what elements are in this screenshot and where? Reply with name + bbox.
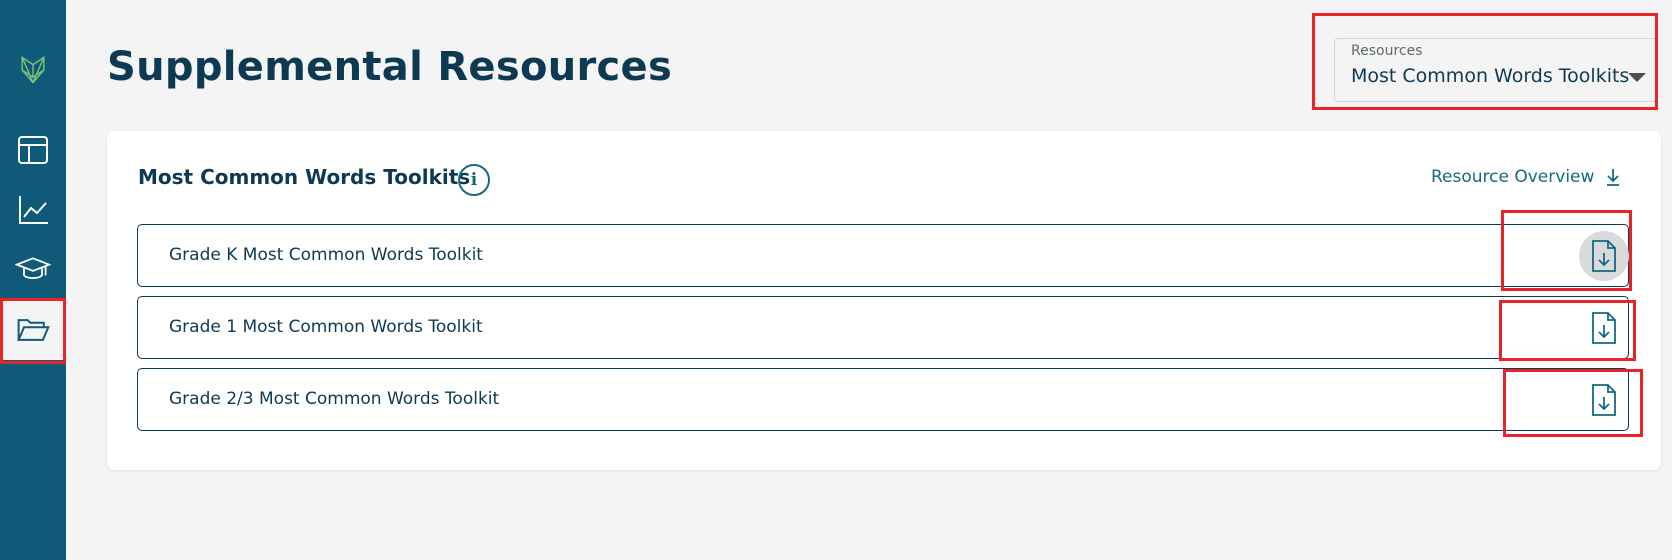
caret-down-icon[interactable]	[1628, 73, 1646, 82]
resources-select-label: Resources	[1351, 43, 1423, 59]
file-download-icon	[1592, 384, 1616, 416]
sidebar-nav	[0, 0, 66, 560]
resource-overview-label: Resource Overview	[1431, 167, 1595, 187]
resource-row: Grade 2/3 Most Common Words Toolkit	[137, 368, 1629, 431]
file-download-button[interactable]	[1579, 375, 1629, 425]
file-download-button[interactable]	[1579, 303, 1629, 353]
folder-icon[interactable]	[0, 300, 66, 360]
dashboard-icon[interactable]	[0, 120, 66, 180]
resources-card: Most Common Words Toolkits i Resource Ov…	[107, 131, 1661, 470]
resource-overview-link[interactable]: Resource Overview	[1431, 167, 1622, 187]
file-download-button[interactable]	[1579, 231, 1629, 281]
resource-row-label: Grade K Most Common Words Toolkit	[169, 245, 483, 265]
info-icon[interactable]: i	[458, 164, 490, 196]
resource-row: Grade 1 Most Common Words Toolkit	[137, 296, 1629, 359]
file-download-icon	[1592, 240, 1616, 272]
chart-icon[interactable]	[0, 180, 66, 240]
file-download-icon	[1592, 312, 1616, 344]
page-title: Supplemental Resources	[107, 44, 673, 90]
resources-select-value: Most Common Words Toolkits	[1351, 65, 1630, 87]
resource-row: Grade K Most Common Words Toolkit	[137, 224, 1629, 287]
resources-select[interactable]: Resources Most Common Words Toolkits	[1334, 38, 1657, 102]
download-icon	[1607, 169, 1620, 186]
resource-row-label: Grade 2/3 Most Common Words Toolkit	[169, 389, 500, 409]
resource-row-label: Grade 1 Most Common Words Toolkit	[169, 317, 483, 337]
card-title: Most Common Words Toolkits	[138, 165, 471, 189]
graduation-cap-icon[interactable]	[0, 240, 66, 300]
logo-icon[interactable]	[0, 40, 66, 100]
